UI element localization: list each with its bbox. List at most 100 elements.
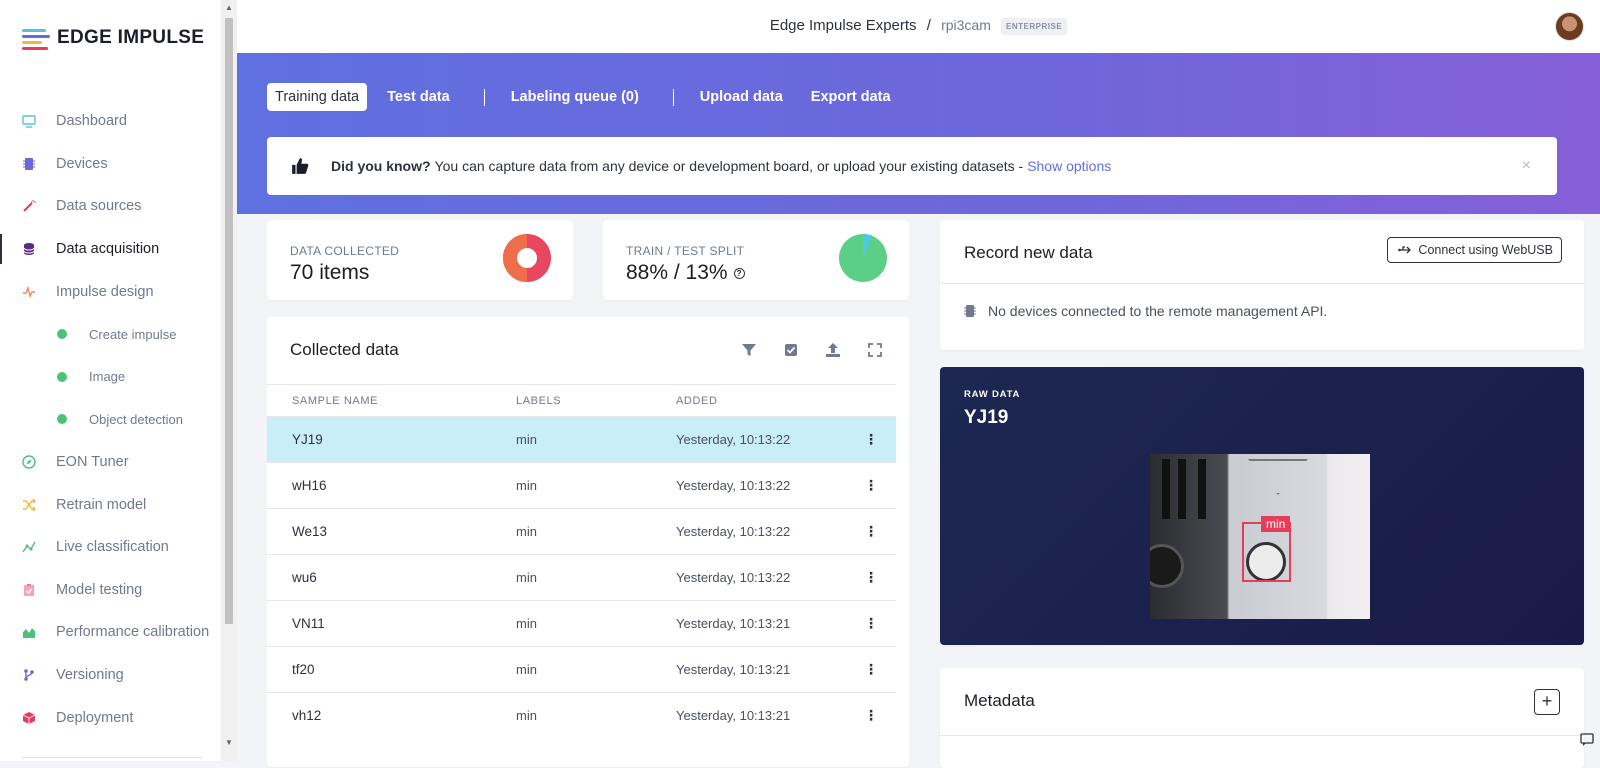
sample-name-cell: YJ19 <box>267 416 491 463</box>
more-options-icon[interactable]: ⋮ <box>846 508 896 555</box>
upload-icon[interactable] <box>825 342 841 358</box>
sidebar-item-data-acquisition[interactable]: Data acquisition <box>0 228 221 271</box>
monitor-icon <box>22 114 36 128</box>
more-options-icon[interactable]: ⋮ <box>846 600 896 647</box>
sidebar-item-versioning[interactable]: Versioning <box>0 654 221 697</box>
sample-name-cell: wH16 <box>267 462 491 509</box>
sidebar-scrollbar[interactable]: ▲ ▼ <box>221 0 237 761</box>
sidebar-item-eon-tuner[interactable]: EON Tuner <box>0 441 221 484</box>
sidebar-item-label: Impulse design <box>56 283 154 300</box>
more-options-icon[interactable]: ⋮ <box>846 554 896 601</box>
tab-export-data[interactable]: Export data <box>803 83 899 111</box>
sidebar-item-live-classification[interactable]: Live classification <box>0 526 221 569</box>
add-metadata-button[interactable]: + <box>1534 689 1560 715</box>
added-cell: Yesterday, 10:13:22 <box>651 508 846 555</box>
close-icon[interactable]: × <box>1522 157 1531 175</box>
sidebar-item-label: Model testing <box>56 581 143 598</box>
wand-icon <box>22 199 36 213</box>
added-cell: Yesterday, 10:13:21 <box>651 646 846 693</box>
more-options-icon[interactable]: ⋮ <box>846 416 896 463</box>
hero-band: Training data Test data Labeling queue (… <box>237 53 1600 214</box>
usb-icon <box>1398 246 1412 254</box>
raw-sample-name: YJ19 <box>964 407 1009 428</box>
more-options-icon[interactable]: ⋮ <box>846 462 896 509</box>
sidebar-item-label: Performance calibration <box>56 624 210 641</box>
chip-icon <box>22 157 36 171</box>
sidebar-item-model-testing[interactable]: Model testing <box>0 569 221 612</box>
tab-training-data[interactable]: Training data <box>267 83 368 111</box>
sidebar-item-create-impulse[interactable]: Create impulse <box>0 313 221 356</box>
tab-test-data[interactable]: Test data <box>379 83 458 111</box>
sidebar-item-retrain-model[interactable]: Retrain model <box>0 483 221 526</box>
column-header-sample-name[interactable]: SAMPLE NAME <box>267 384 491 417</box>
show-options-link[interactable]: Show options <box>1027 158 1111 174</box>
sidebar-item-deployment[interactable]: Deployment <box>0 696 221 739</box>
scroll-up-icon[interactable]: ▲ <box>225 3 233 12</box>
top-bar: Edge Impulse Experts / rpi3cam ENTERPRIS… <box>237 0 1600 53</box>
select-checkbox-icon[interactable] <box>783 342 799 358</box>
added-cell: Yesterday, 10:13:21 <box>651 692 846 739</box>
logo[interactable]: EDGE IMPULSE <box>22 27 204 50</box>
data-collected-value: 70 items <box>290 261 370 284</box>
table-row[interactable]: vh12 min Yesterday, 10:13:21 ⋮ <box>267 692 896 739</box>
table-row[interactable]: wu6 min Yesterday, 10:13:22 ⋮ <box>267 554 896 601</box>
sidebar-item-label: Dashboard <box>56 113 127 130</box>
connect-webusb-button[interactable]: Connect using WebUSB <box>1387 237 1562 263</box>
org-link[interactable]: Edge Impulse Experts <box>770 17 917 34</box>
scroll-down-icon[interactable]: ▼ <box>225 738 233 747</box>
sidebar-item-label: Data acquisition <box>56 241 160 258</box>
sidebar-item-label: Data sources <box>56 198 142 215</box>
column-header-labels[interactable]: LABELS <box>491 384 651 417</box>
label-cell: min <box>491 416 651 463</box>
avatar[interactable] <box>1555 12 1584 41</box>
status-dot-icon <box>57 329 67 340</box>
sidebar-item-label: Deployment <box>56 709 134 726</box>
tab-divider <box>672 88 674 106</box>
device-status: No devices connected to the remote manag… <box>964 303 1327 319</box>
table-row[interactable]: YJ19 min Yesterday, 10:13:22 ⋮ <box>267 416 896 463</box>
record-title: Record new data <box>964 243 1093 262</box>
data-collected-card: DATA COLLECTED 70 items <box>267 220 573 300</box>
scrollbar-thumb[interactable] <box>225 18 233 624</box>
sidebar-item-devices[interactable]: Devices <box>0 143 221 186</box>
chat-icon[interactable] <box>1580 733 1594 747</box>
database-icon <box>22 242 36 256</box>
tab-upload-data[interactable]: Upload data <box>692 83 791 111</box>
status-dot-icon <box>57 371 67 382</box>
clipboard-icon <box>22 583 36 597</box>
collected-data-title: Collected data <box>290 340 399 359</box>
tab-labeling-queue[interactable]: Labeling queue (0) <box>503 83 647 111</box>
help-icon[interactable]: ? <box>733 267 745 279</box>
sample-name-cell: VN11 <box>267 600 491 647</box>
sidebar-item-data-sources[interactable]: Data sources <box>0 185 221 228</box>
sidebar-item-impulse-design[interactable]: Impulse design <box>0 270 221 313</box>
project-name[interactable]: rpi3cam <box>941 17 991 33</box>
sidebar-item-performance-calibration[interactable]: Performance calibration <box>0 611 221 654</box>
table-row[interactable]: wH16 min Yesterday, 10:13:22 ⋮ <box>267 462 896 509</box>
sidebar-item-dashboard[interactable]: Dashboard <box>0 100 221 143</box>
sample-name-cell: vh12 <box>267 692 491 739</box>
expand-icon[interactable] <box>867 342 883 358</box>
added-cell: Yesterday, 10:13:22 <box>651 554 846 601</box>
sidebar-item-label: Create impulse <box>89 326 177 342</box>
compass-icon <box>22 455 36 469</box>
more-options-icon[interactable]: ⋮ <box>846 646 896 693</box>
sidebar: EDGE IMPULSE Dashboard Devices Data source… <box>0 0 221 761</box>
table-row[interactable]: We13 min Yesterday, 10:13:22 ⋮ <box>267 508 896 555</box>
chart-icon <box>22 625 36 639</box>
filter-icon[interactable] <box>741 342 757 358</box>
sidebar-item-object-detection[interactable]: Object detection <box>0 398 221 441</box>
table-row[interactable]: tf20 min Yesterday, 10:13:21 ⋮ <box>267 646 896 693</box>
pulse-icon <box>22 285 36 299</box>
column-header-added[interactable]: ADDED <box>651 384 846 417</box>
label-cell: min <box>491 462 651 509</box>
table-row[interactable]: VN11 min Yesterday, 10:13:21 ⋮ <box>267 600 896 647</box>
data-collected-donut <box>503 234 551 282</box>
more-options-icon[interactable]: ⋮ <box>846 692 896 739</box>
sample-name-cell: wu6 <box>267 554 491 601</box>
sidebar-item-image[interactable]: Image <box>0 356 221 399</box>
sidebar-item-label: Versioning <box>56 667 124 684</box>
thumbs-up-icon <box>292 158 309 174</box>
label-cell: min <box>491 646 651 693</box>
device-status-text: No devices connected to the remote manag… <box>988 303 1328 319</box>
